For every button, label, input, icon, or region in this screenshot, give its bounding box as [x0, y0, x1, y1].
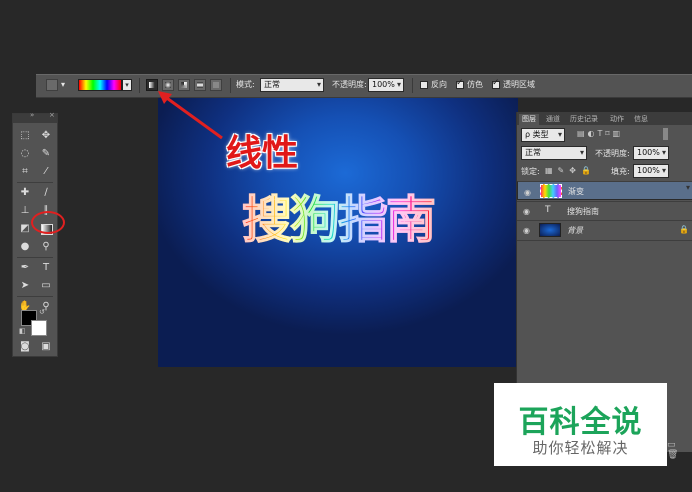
- visibility-eye-icon[interactable]: ◉: [524, 187, 531, 199]
- reverse-label: 反向: [431, 80, 447, 89]
- stamp-tool-icon[interactable]: ⊥: [16, 203, 34, 219]
- layer-name: 搜狗指南: [567, 207, 599, 216]
- layer-thumbnail: [539, 223, 561, 237]
- layer-name: 背景: [567, 226, 583, 235]
- background-color-swatch[interactable]: [31, 320, 47, 336]
- layer-thumbnail: [540, 184, 562, 198]
- annotation-circle: [31, 211, 65, 234]
- visibility-eye-icon[interactable]: ◉: [523, 226, 530, 235]
- crop-tool-icon[interactable]: ⌗: [16, 164, 34, 180]
- quick-mask-icon[interactable]: ◙: [16, 339, 34, 355]
- screen-mode-icon[interactable]: ▣: [37, 339, 55, 355]
- layer-opacity-label: 不透明度:: [595, 149, 630, 158]
- annotation-arrow: [158, 91, 223, 140]
- collapse-icon[interactable]: »: [30, 111, 34, 119]
- tool-preset-picker[interactable]: [46, 79, 58, 91]
- type-tool-icon[interactable]: T: [37, 260, 55, 276]
- layer-row-background[interactable]: ◉ 背景 🔒: [517, 220, 692, 240]
- annotation-label: 线性: [226, 133, 299, 174]
- toolbox-header[interactable]: » ×: [13, 111, 57, 123]
- layer-row-text[interactable]: ◉ T 搜狗指南: [517, 201, 692, 221]
- text-layer-icon: T: [545, 205, 551, 215]
- delete-layer-icon[interactable]: ▭🗑: [667, 440, 692, 460]
- visibility-eye-icon[interactable]: ◉: [523, 207, 530, 216]
- dither-label: 仿色: [467, 80, 483, 89]
- mode-select[interactable]: 正常: [260, 78, 324, 92]
- move-tool-icon[interactable]: ✥: [37, 128, 55, 144]
- tab-channels[interactable]: 通道: [543, 114, 563, 125]
- layer-name: 渐变: [568, 187, 584, 196]
- chevron-down-icon[interactable]: ▾: [61, 78, 65, 92]
- logo-watermark: 百科全说 助你轻松解决: [494, 383, 667, 466]
- gradient-dropdown-icon[interactable]: ▾: [122, 79, 132, 91]
- gradient-preview[interactable]: [78, 79, 122, 91]
- brush-tool-icon[interactable]: ∕: [37, 185, 55, 201]
- eyedropper-tool-icon[interactable]: ⁄: [37, 164, 55, 180]
- rectangle-tool-icon[interactable]: ▭: [37, 278, 55, 294]
- tab-info[interactable]: 信息: [631, 114, 651, 125]
- lock-icon: 🔒: [679, 225, 689, 234]
- logo-title: 百科全说: [518, 405, 643, 440]
- dodge-tool-icon[interactable]: ⚲: [37, 239, 55, 255]
- path-select-tool-icon[interactable]: ➤: [16, 278, 34, 294]
- mode-label: 模式:: [236, 80, 255, 89]
- filter-toggle[interactable]: [663, 128, 668, 140]
- filter-icons[interactable]: ▤◐T⌑▥: [577, 129, 623, 138]
- fill-label: 填充:: [611, 167, 630, 176]
- layer-row-gradient[interactable]: ◉ 渐变: [517, 181, 692, 200]
- tab-history[interactable]: 历史记录: [567, 114, 601, 125]
- options-bar: ▾ ▾ 模式: 正常 不透明度: 100% 反向 仿色 透明区域: [36, 74, 692, 98]
- layer-opacity-field[interactable]: 100%: [633, 146, 669, 160]
- blend-mode-select[interactable]: 正常: [521, 146, 587, 160]
- pen-tool-icon[interactable]: ✒: [16, 260, 34, 276]
- panel-tabbar: 图层 通道 历史记录 动作 信息: [517, 112, 692, 125]
- opacity-field[interactable]: 100%: [368, 78, 404, 92]
- close-icon[interactable]: ×: [49, 111, 55, 119]
- logo-subtitle: 助你轻松解决: [532, 439, 629, 457]
- default-colors-icon[interactable]: ◧: [19, 327, 26, 335]
- healing-brush-tool-icon[interactable]: ✚: [16, 185, 34, 201]
- dither-checkbox[interactable]: [456, 78, 464, 89]
- tab-layers[interactable]: 图层: [519, 114, 539, 125]
- quick-select-tool-icon[interactable]: ✎: [37, 146, 55, 162]
- lock-label: 锁定:: [521, 167, 540, 176]
- canvas-gradient-text: 搜狗指南: [241, 180, 436, 252]
- transparency-checkbox[interactable]: [492, 78, 500, 89]
- tab-actions[interactable]: 动作: [607, 114, 627, 125]
- blur-tool-icon[interactable]: ●: [16, 239, 34, 255]
- lasso-tool-icon[interactable]: ◌: [16, 146, 34, 162]
- layer-filter-select[interactable]: ρ 类型: [521, 128, 565, 142]
- opacity-label: 不透明度:: [332, 80, 367, 89]
- transparency-label: 透明区域: [503, 80, 535, 89]
- reverse-checkbox[interactable]: [420, 81, 428, 89]
- lock-icons[interactable]: ▦✎✥🔒: [545, 166, 596, 175]
- swap-colors-icon[interactable]: ↺: [39, 308, 45, 316]
- marquee-tool-icon[interactable]: ⬚: [16, 128, 34, 144]
- fill-field[interactable]: 100%: [633, 164, 669, 178]
- toolbox: » × ⬚ ✥ ◌ ✎ ⌗ ⁄ ✚ ∕ ⊥ ∥ ◩ ● ⚲ ✒ T ➤ ▭ ✋ …: [12, 111, 58, 357]
